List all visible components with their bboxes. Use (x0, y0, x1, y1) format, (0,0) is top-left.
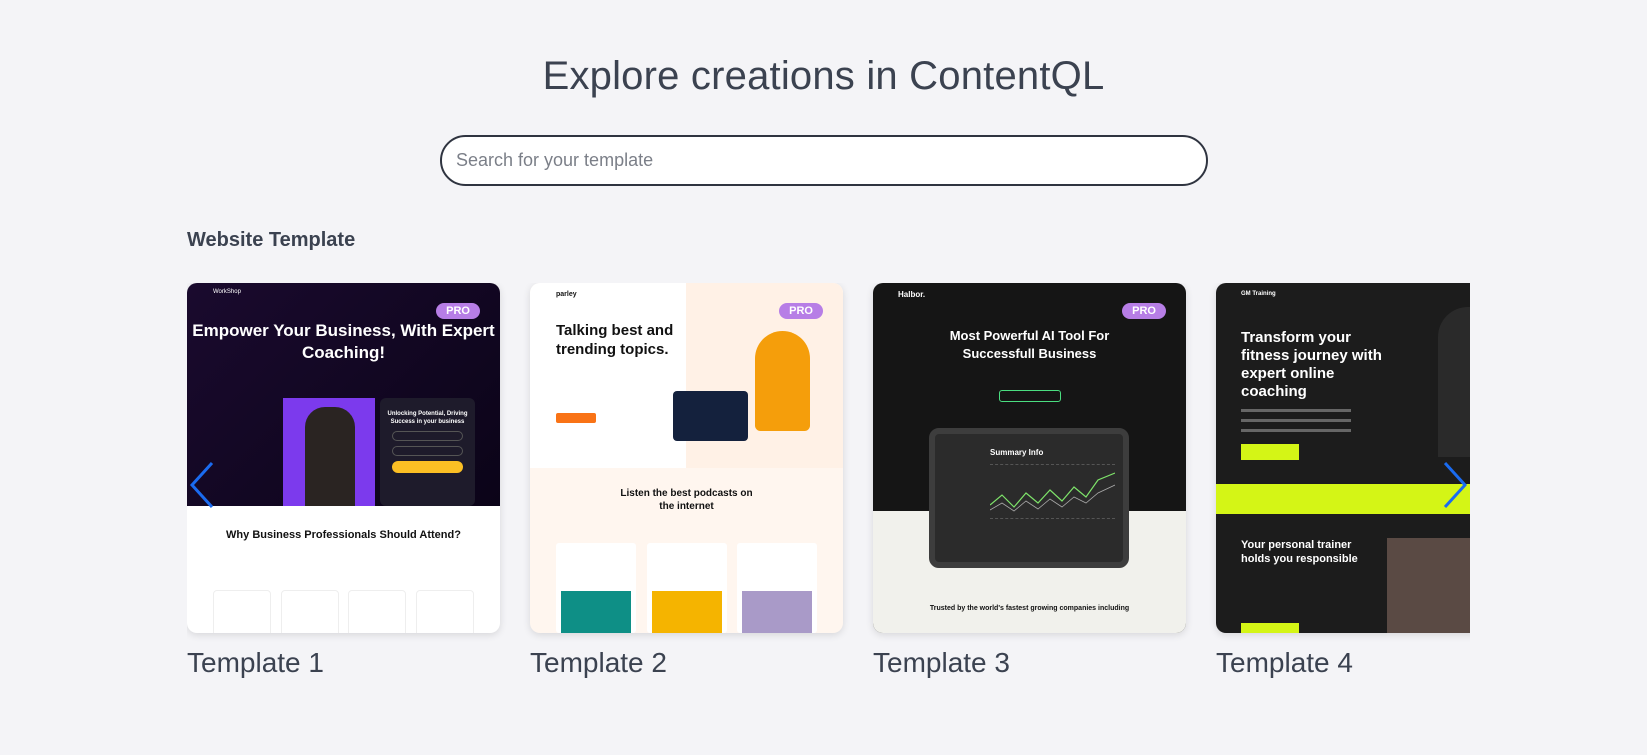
preview-nav: WorkShop (213, 289, 474, 295)
template-card-4[interactable]: GM Training Transform your fitness journ… (1216, 283, 1470, 679)
template-label-1[interactable]: Template 1 (187, 647, 500, 679)
carousel-prev-button[interactable] (187, 460, 217, 510)
preview-section-heading: Listen the best podcasts on the internet (620, 488, 753, 512)
preview-headline: Talking best and trending topics. (556, 322, 674, 358)
preview-podcast-card (646, 543, 727, 633)
preview-trusted-text: Trusted by the world's fastest growing c… (929, 605, 1130, 612)
preview-date-pill (392, 431, 463, 441)
preview-episode-card (673, 391, 748, 441)
preview-section-heading: Why Business Professionals Should Attend… (226, 529, 461, 541)
preview-time-pill (392, 446, 463, 456)
template-label-2[interactable]: Template 2 (530, 647, 843, 679)
preview-bullet (1241, 409, 1351, 412)
search-bar (440, 135, 1208, 186)
page-title: Explore creations in ContentQL (542, 54, 1105, 98)
preview-person-image (755, 331, 810, 431)
preview-box (280, 590, 339, 633)
preview-cta-pill (392, 461, 463, 473)
preview-headline: Transform your fitness journey with expe… (1241, 329, 1382, 400)
preview-cta (999, 390, 1061, 402)
preview-box (348, 590, 407, 633)
preview-feature-boxes (213, 590, 474, 633)
preview-brand: Halbor. (898, 290, 926, 299)
preview-logo-band (1216, 484, 1470, 514)
preview-podcast-card (737, 543, 817, 633)
chevron-right-icon (1443, 461, 1468, 509)
preview-brand: GM Training (1241, 291, 1276, 297)
template-label-4[interactable]: Template 4 (1216, 647, 1470, 679)
template-carousel: PRO WorkShop Empower Your Business, With… (187, 283, 1470, 683)
preview-gym-image (1387, 538, 1470, 633)
preview-box (415, 590, 474, 633)
preview-podcast-cards (556, 543, 817, 633)
template-thumbnail-3[interactable]: PRO Halbor. Most Powerful AI Tool For Su… (873, 283, 1186, 633)
chevron-left-icon (189, 461, 214, 509)
preview-bullet (1241, 419, 1351, 422)
template-thumbnail-2[interactable]: PRO parley Talking best and trending top… (530, 283, 843, 633)
search-input[interactable] (442, 137, 1206, 184)
preview-dashboard: Summary Info (929, 428, 1129, 568)
preview-dashboard-title: Summary Info (990, 448, 1044, 457)
template-card-2[interactable]: PRO parley Talking best and trending top… (530, 283, 843, 679)
pro-badge: PRO (1122, 303, 1166, 319)
section-title: Website Template (187, 229, 356, 251)
pro-badge: PRO (436, 303, 480, 319)
preview-brand: parley (556, 291, 577, 298)
template-thumbnail-1[interactable]: PRO WorkShop Empower Your Business, With… (187, 283, 500, 633)
preview-podcast-card (556, 543, 636, 633)
preview-cta-2 (1241, 623, 1299, 633)
preview-person-image (305, 407, 355, 506)
preview-event-panel: Unlocking Potential, Driving Success in … (380, 398, 475, 506)
preview-cta (556, 413, 596, 423)
preview-box (213, 590, 271, 633)
preview-line-graph (989, 464, 1116, 519)
pro-badge: PRO (779, 303, 823, 319)
template-card-3[interactable]: PRO Halbor. Most Powerful AI Tool For Su… (873, 283, 1186, 679)
template-card-1[interactable]: PRO WorkShop Empower Your Business, With… (187, 283, 500, 679)
preview-bullets (1241, 409, 1371, 439)
preview-cta (1241, 444, 1299, 460)
preview-graph-svg (989, 472, 1116, 512)
preview-brand: WorkShop (213, 289, 241, 295)
preview-section-heading: Your personal trainer holds you responsi… (1241, 539, 1358, 565)
preview-person-image (1438, 307, 1470, 457)
preview-headline: Empower Your Business, With Expert Coach… (192, 321, 495, 362)
carousel-next-button[interactable] (1440, 460, 1470, 510)
template-label-3[interactable]: Template 3 (873, 647, 1186, 679)
preview-bullet (1241, 429, 1351, 432)
preview-headline: Most Powerful AI Tool For Successfull Bu… (949, 328, 1110, 361)
preview-panel-title: Unlocking Potential, Driving Success in … (387, 411, 468, 425)
template-thumbnail-4[interactable]: GM Training Transform your fitness journ… (1216, 283, 1470, 633)
